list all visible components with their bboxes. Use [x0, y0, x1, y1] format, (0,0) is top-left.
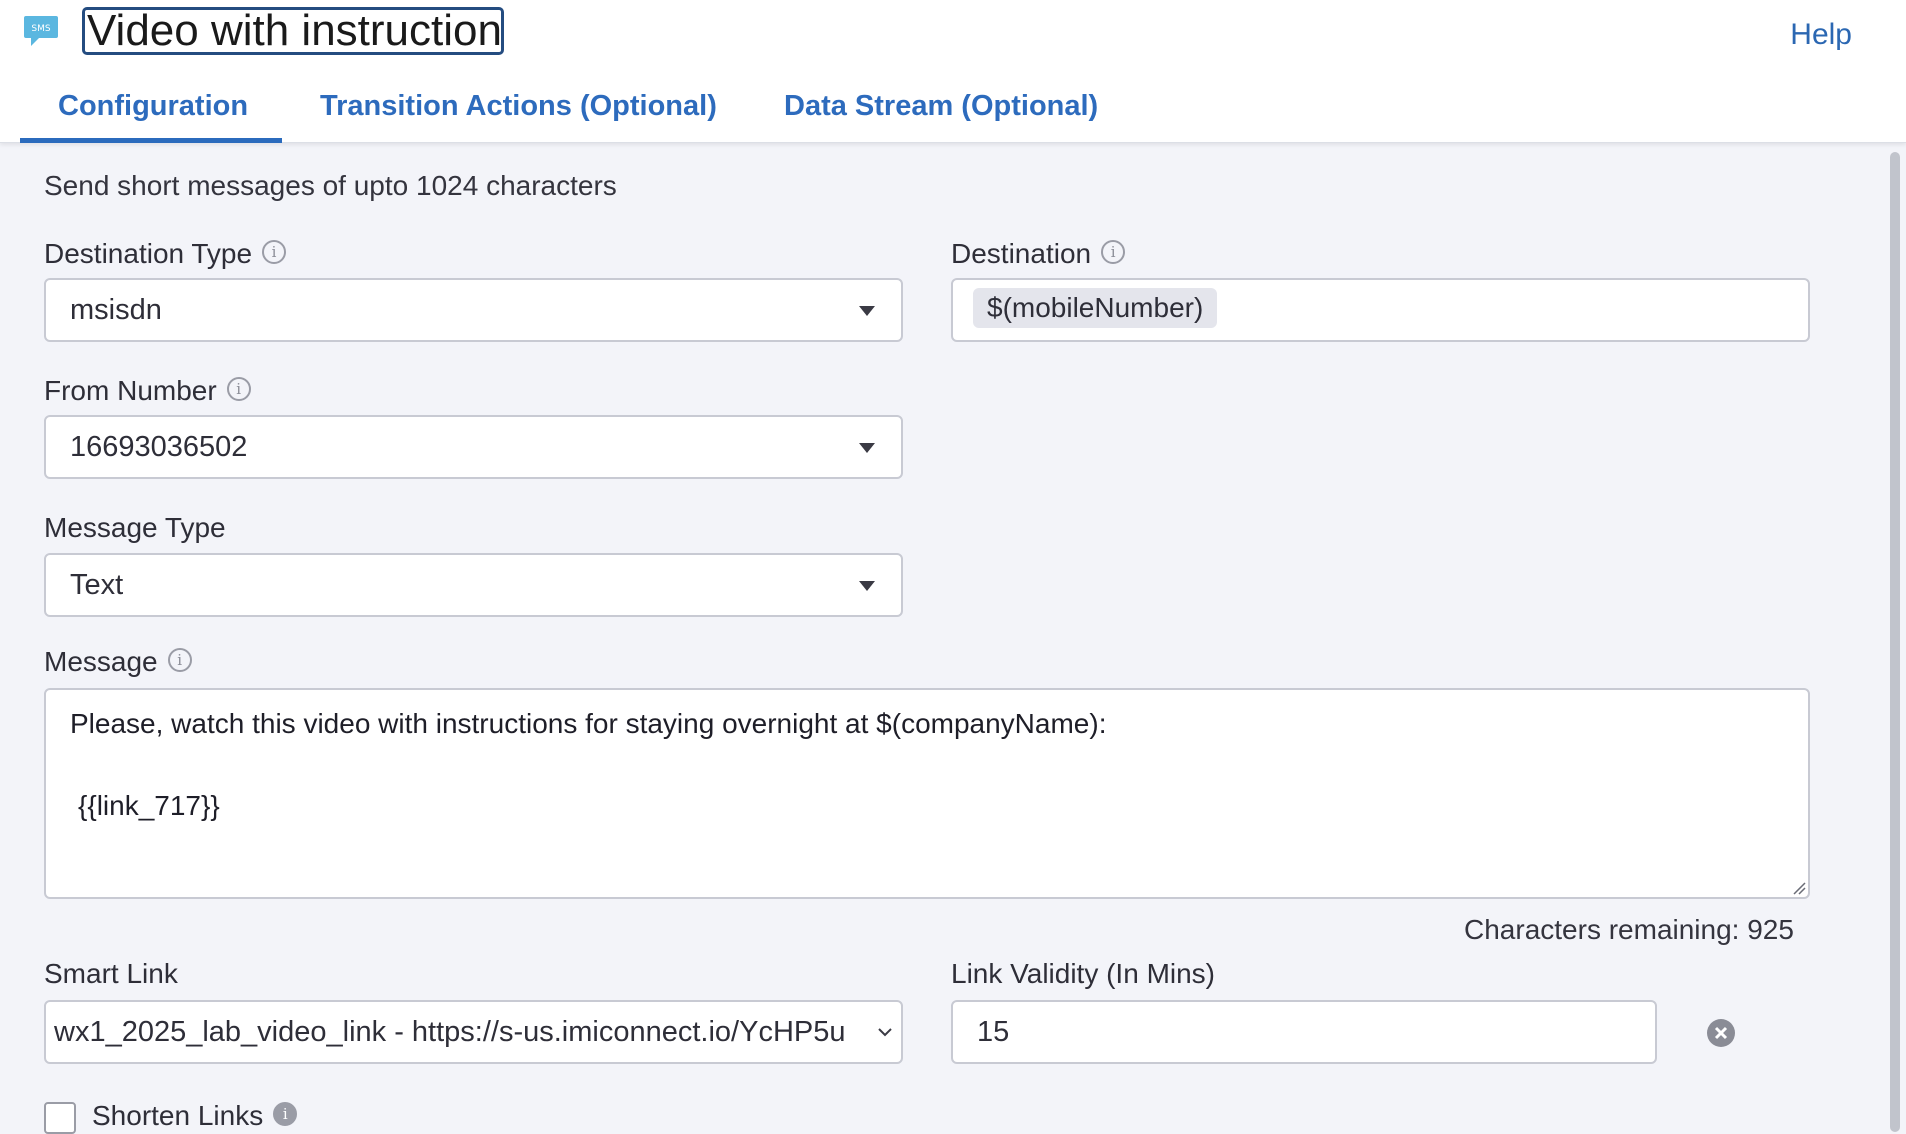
message-label-text: Message — [44, 646, 158, 677]
smart-link-label: Smart Link — [44, 958, 178, 989]
clear-icon[interactable] — [1706, 1018, 1736, 1048]
resize-handle-icon[interactable] — [1790, 879, 1806, 895]
info-icon[interactable]: i — [167, 647, 192, 672]
destination-field[interactable]: $(mobileNumber) — [951, 278, 1810, 342]
message-line-1: Please, watch this video with instructio… — [70, 708, 1107, 739]
destination-type-select[interactable]: msisdn — [44, 278, 903, 342]
shorten-links-label: Shorten Links i — [92, 1100, 298, 1132]
caret-down-icon — [859, 306, 875, 316]
shorten-links-checkbox[interactable] — [44, 1102, 76, 1134]
caret-down-icon — [859, 443, 875, 453]
message-type-select[interactable]: Text — [44, 553, 903, 617]
destination-label: Destination i — [951, 238, 1126, 270]
info-icon[interactable]: i — [1101, 239, 1126, 264]
sms-icon: SMS — [24, 16, 58, 46]
node-title-input[interactable]: Video with instructions — [82, 7, 504, 55]
message-type-value: Text — [70, 569, 124, 601]
header-bar: SMS Video with instructions Help Configu… — [0, 0, 1906, 143]
shorten-links-label-text: Shorten Links — [92, 1100, 264, 1131]
destination-type-label: Destination Type i — [44, 238, 287, 270]
destination-label-text: Destination — [951, 238, 1092, 269]
from-number-select[interactable]: 16693036502 — [44, 415, 903, 479]
destination-type-value: msisdn — [70, 294, 162, 326]
scrollbar[interactable] — [1890, 152, 1900, 1132]
link-validity-value: 15 — [977, 1016, 1010, 1048]
info-icon[interactable]: i — [262, 239, 287, 264]
from-number-label-text: From Number — [44, 375, 217, 406]
sms-icon-text: SMS — [31, 24, 50, 34]
form-description: Send short messages of upto 1024 charact… — [44, 170, 617, 201]
tab-configuration[interactable]: Configuration — [58, 90, 248, 123]
from-number-label: From Number i — [44, 375, 251, 407]
info-icon[interactable]: i — [273, 1101, 298, 1126]
active-tab-indicator — [20, 138, 282, 143]
caret-down-icon — [859, 581, 875, 591]
message-label: Message i — [44, 646, 192, 678]
chevron-down-icon — [875, 1022, 895, 1042]
message-type-label: Message Type — [44, 512, 226, 543]
from-number-value: 16693036502 — [70, 431, 248, 463]
smart-link-select[interactable]: wx1_2025_lab_video_link - https://s-us.i… — [44, 1000, 903, 1064]
link-validity-input[interactable]: 15 — [951, 1000, 1657, 1064]
help-link[interactable]: Help — [1790, 18, 1852, 52]
link-validity-label: Link Validity (In Mins) — [951, 958, 1216, 989]
tab-data-stream[interactable]: Data Stream (Optional) — [784, 90, 1098, 123]
tab-transition-actions[interactable]: Transition Actions (Optional) — [320, 90, 717, 123]
info-icon[interactable]: i — [226, 376, 251, 401]
destination-variable-chip[interactable]: $(mobileNumber) — [973, 288, 1218, 328]
characters-remaining: Characters remaining: 925 — [1464, 914, 1794, 945]
smart-link-value: wx1_2025_lab_video_link - https://s-us.i… — [54, 1016, 846, 1048]
destination-type-label-text: Destination Type — [44, 238, 253, 269]
message-textarea[interactable]: Please, watch this video with instructio… — [44, 688, 1810, 899]
message-line-2: {{link_717}} — [78, 790, 220, 821]
